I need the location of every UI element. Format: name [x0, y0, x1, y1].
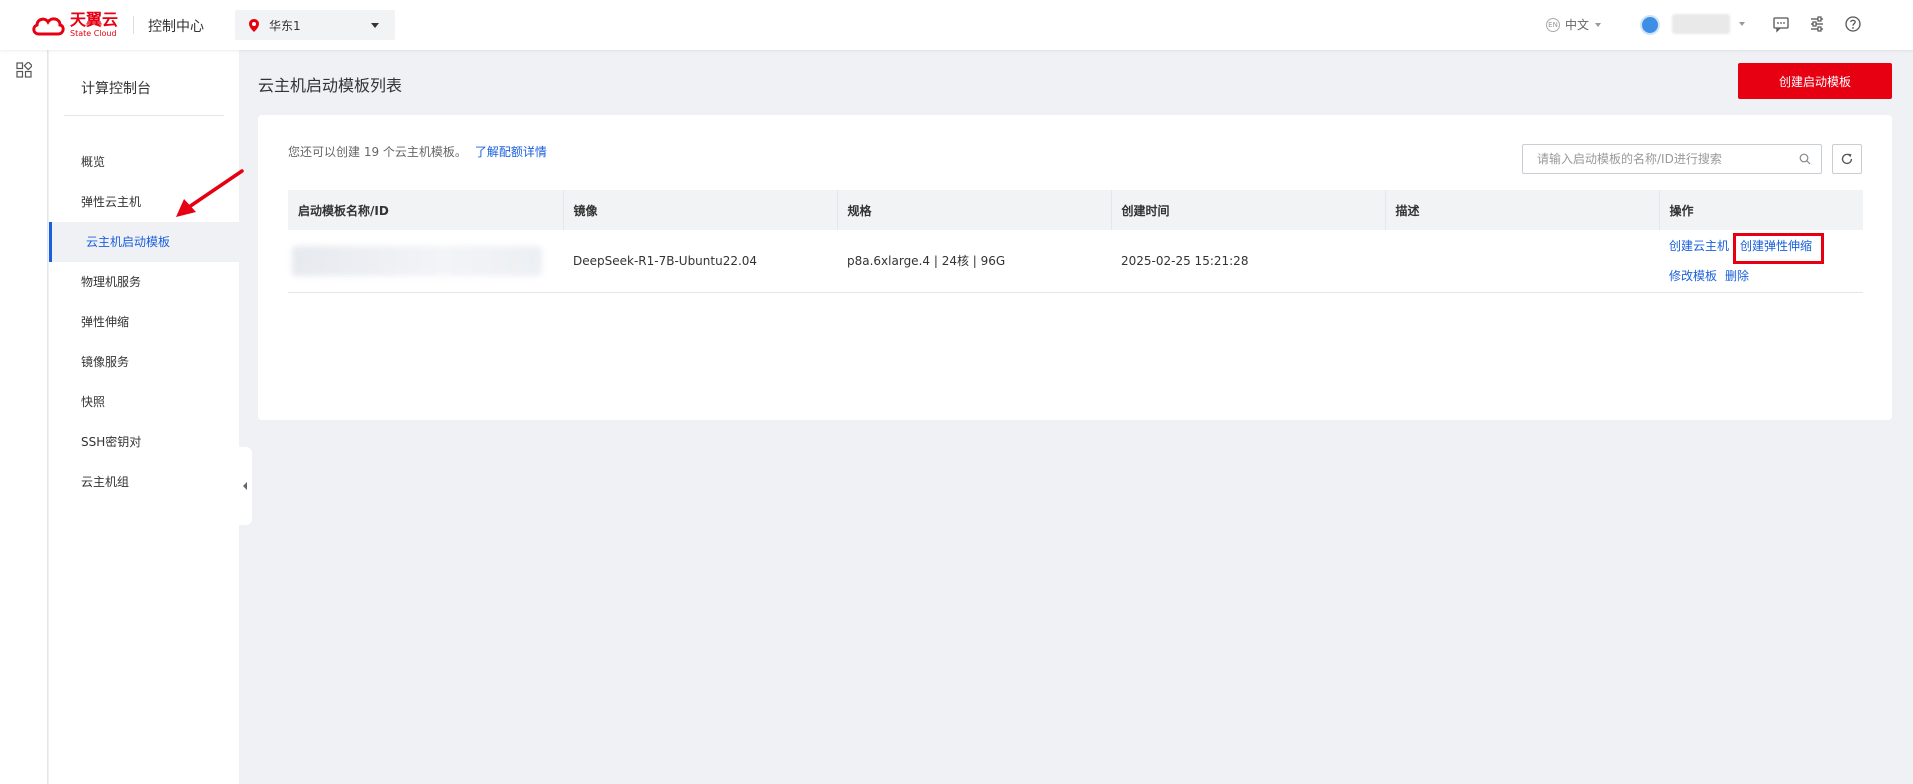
- console-title[interactable]: 控制中心: [148, 16, 204, 36]
- sidebar-item-ecs[interactable]: 弹性云主机: [49, 182, 239, 222]
- region-selector[interactable]: 华东1: [235, 10, 395, 40]
- user-name-blurred[interactable]: [1672, 14, 1730, 34]
- refresh-icon: [1841, 153, 1853, 165]
- column-header-name: 启动模板名称/ID: [288, 190, 564, 230]
- region-label: 华东1: [269, 18, 301, 33]
- template-list-card: 您还可以创建 19 个云主机模板。了解配额详情 启动模板名称/ID 镜像 规格 …: [258, 115, 1892, 420]
- table-header-row: 启动模板名称/ID 镜像 规格 创建时间 描述 操作: [288, 190, 1863, 230]
- actions-cell: 创建云主机 创建弹性伸缩 修改模板 删除: [1659, 230, 1863, 293]
- caret-down-icon: [371, 23, 379, 28]
- product-strip: [0, 50, 48, 784]
- divider: [64, 115, 224, 116]
- image-cell: DeepSeek-R1-7B-Ubuntu22.04: [563, 230, 837, 293]
- sidebar-item-bare-metal[interactable]: 物理机服务: [49, 262, 239, 302]
- refresh-button[interactable]: [1832, 144, 1862, 174]
- language-label: 中文: [1565, 18, 1590, 32]
- page-title: 云主机启动模板列表: [258, 76, 403, 95]
- spec-cell: p8a.6xlarge.4 | 24核 | 96G: [837, 230, 1111, 293]
- template-name-blurred[interactable]: [292, 245, 542, 276]
- location-pin-icon: [249, 18, 259, 32]
- top-bar: 天翼云 State Cloud 控制中心 华东1 EN 中文: [0, 0, 1913, 50]
- column-header-spec: 规格: [837, 190, 1112, 230]
- avatar[interactable]: [1640, 15, 1660, 35]
- quota-text: 您还可以创建 19 个云主机模板。: [288, 145, 467, 159]
- sidebar-item-overview[interactable]: 概览: [49, 142, 239, 182]
- description-cell: [1385, 230, 1659, 293]
- sidebar-item-ssh-keys[interactable]: SSH密钥对: [49, 422, 239, 462]
- create-launch-template-button[interactable]: 创建启动模板: [1738, 63, 1892, 99]
- search-box: [1522, 144, 1822, 174]
- table-row: DeepSeek-R1-7B-Ubuntu22.04 p8a.6xlarge.4…: [288, 230, 1863, 293]
- actions-row-1: 创建云主机 创建弹性伸缩: [1669, 231, 1863, 264]
- cloud-logo-icon: [32, 17, 65, 36]
- search-icon[interactable]: [1799, 153, 1811, 165]
- sidebar-item-launch-templates[interactable]: 云主机启动模板: [49, 222, 239, 262]
- search-input[interactable]: [1523, 145, 1821, 173]
- caret-down-icon[interactable]: [1739, 22, 1745, 26]
- language-selector[interactable]: EN 中文: [1546, 16, 1602, 33]
- template-name-cell: [288, 230, 563, 293]
- create-auto-scaling-link[interactable]: 创建弹性伸缩: [1733, 232, 1825, 264]
- apps-grid-icon[interactable]: [16, 62, 32, 78]
- logo-divider: [133, 16, 134, 34]
- quota-details-link[interactable]: 了解配额详情: [475, 145, 547, 159]
- logo[interactable]: 天翼云 State Cloud: [30, 11, 118, 39]
- sidebar-collapse-toggle[interactable]: [238, 447, 252, 525]
- created-cell: 2025-02-25 15:21:28: [1111, 230, 1385, 293]
- logo-cn: 天翼云: [70, 10, 119, 29]
- sidebar-item-auto-scaling[interactable]: 弹性伸缩: [49, 302, 239, 342]
- sidebar-title: 计算控制台: [81, 81, 151, 97]
- column-header-created: 创建时间: [1111, 190, 1386, 230]
- delete-link[interactable]: 删除: [1725, 269, 1749, 283]
- sidebar: 计算控制台 概览 弹性云主机 云主机启动模板 物理机服务 弹性伸缩 镜像服务 快…: [49, 50, 239, 784]
- help-icon[interactable]: [1844, 15, 1862, 33]
- caret-down-icon: [1595, 22, 1602, 27]
- sidebar-item-images[interactable]: 镜像服务: [49, 342, 239, 382]
- logo-en: State Cloud: [70, 29, 117, 38]
- caret-left-icon: [243, 482, 247, 490]
- edit-template-link[interactable]: 修改模板: [1669, 269, 1717, 283]
- column-header-image: 镜像: [563, 190, 838, 230]
- actions-row-2: 修改模板 删除: [1669, 261, 1863, 291]
- column-header-description: 描述: [1385, 190, 1660, 230]
- language-icon: EN: [1546, 17, 1560, 32]
- column-header-actions: 操作: [1659, 190, 1863, 230]
- sidebar-item-ecs-groups[interactable]: 云主机组: [49, 462, 239, 502]
- settings-sliders-icon[interactable]: [1808, 15, 1826, 33]
- message-icon[interactable]: [1772, 15, 1790, 33]
- template-table: 启动模板名称/ID 镜像 规格 创建时间 描述 操作 DeepSeek-R1-7…: [288, 190, 1863, 293]
- quota-info: 您还可以创建 19 个云主机模板。 了解配额详情: [288, 143, 547, 160]
- create-ecs-link[interactable]: 创建云主机: [1669, 239, 1729, 253]
- sidebar-item-snapshots[interactable]: 快照: [49, 382, 239, 422]
